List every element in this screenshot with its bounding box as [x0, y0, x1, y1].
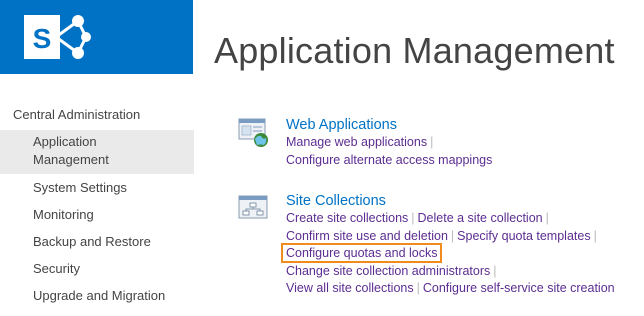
web-applications-icon	[238, 118, 268, 147]
page-title: Application Management	[214, 30, 615, 71]
web-applications-heading-link[interactable]: Web Applications	[286, 116, 492, 134]
nav-item-label-line2: Management	[33, 152, 109, 167]
link-separator: |	[593, 228, 597, 243]
specify-quota-templates-link[interactable]: Specify quota templates	[457, 229, 590, 243]
nav-item-backup-and-restore[interactable]: Backup and Restore	[0, 228, 194, 255]
link-separator: |	[545, 211, 549, 225]
change-site-collection-administrators-link[interactable]: Change site collection administrators	[286, 264, 490, 278]
nav-item-central-administration[interactable]: Central Administration	[0, 104, 194, 126]
nav-item-monitoring[interactable]: Monitoring	[0, 201, 194, 228]
site-collections-heading-link[interactable]: Site Collections	[286, 192, 615, 210]
link-separator: |	[493, 263, 497, 278]
nav-item-security[interactable]: Security	[0, 255, 194, 282]
configure-alternate-access-mappings-link[interactable]: Configure alternate access mappings	[286, 153, 492, 167]
create-site-collections-link[interactable]: Create site collections	[286, 211, 408, 225]
link-separator: |	[430, 135, 434, 149]
nav-item-system-settings[interactable]: System Settings	[0, 174, 194, 201]
nav-item-label-line1: Application	[33, 134, 97, 149]
left-navigation: Central Administration Application Manag…	[0, 104, 194, 309]
nav-item-application-management[interactable]: Application Management	[0, 130, 194, 174]
nav-item-upgrade-and-migration[interactable]: Upgrade and Migration	[0, 282, 194, 309]
configure-quotas-and-locks-link[interactable]: Configure quotas and locks	[280, 243, 443, 263]
site-collections-icon	[238, 195, 268, 219]
confirm-site-use-and-deletion-link[interactable]: Confirm site use and deletion	[286, 229, 448, 243]
link-separator: |	[450, 228, 455, 243]
manage-web-applications-link[interactable]: Manage web applications	[286, 135, 427, 149]
delete-a-site-collection-link[interactable]: Delete a site collection	[418, 211, 543, 225]
sharepoint-logo[interactable]: S	[0, 0, 193, 74]
link-separator: |	[416, 281, 420, 295]
logo-letter: S	[33, 23, 52, 54]
sharepoint-icon: S	[24, 15, 91, 59]
link-separator: |	[411, 211, 415, 225]
configure-self-service-site-creation-link[interactable]: Configure self-service site creation	[423, 281, 615, 295]
view-all-site-collections-link[interactable]: View all site collections	[286, 281, 414, 295]
